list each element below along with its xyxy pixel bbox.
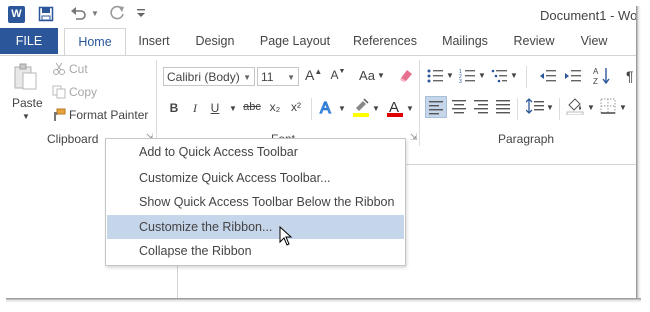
font-color-dropdown-icon[interactable]: ▼ — [406, 104, 414, 113]
svg-text:A: A — [593, 67, 599, 76]
font-size-dropdown-icon[interactable]: ▼ — [287, 68, 295, 87]
tab-insert[interactable]: Insert — [134, 28, 174, 54]
justify-icon[interactable] — [495, 98, 511, 117]
svg-text:A: A — [320, 100, 331, 116]
bullets-icon[interactable] — [427, 69, 443, 86]
italic-button[interactable]: I — [189, 101, 201, 116]
subscript-button[interactable]: x₂ — [267, 100, 283, 114]
change-case-button[interactable]: Aa — [356, 68, 378, 83]
numbering-dropdown-icon[interactable]: ▼ — [478, 71, 486, 80]
tab-file[interactable]: FILE — [0, 28, 58, 54]
tab-review[interactable]: Review — [509, 28, 559, 54]
font-size-value: 11 — [261, 70, 274, 84]
clear-formatting-icon[interactable] — [398, 67, 414, 86]
undo-icon[interactable] — [70, 5, 88, 24]
svg-text:3: 3 — [459, 79, 462, 83]
show-hide-marks-icon[interactable]: ¶ — [626, 68, 634, 84]
document-title: Document1 - Wor — [540, 8, 636, 23]
underline-dropdown-icon[interactable]: ▼ — [229, 104, 237, 113]
font-name-dropdown-icon[interactable]: ▼ — [243, 68, 251, 87]
ribbon: Paste ▼ Cut Copy Format Painter Clipboar… — [0, 55, 636, 149]
menu-item-show-qat-below[interactable]: Show Quick Access Toolbar Below the Ribb… — [107, 190, 404, 214]
tab-page-layout[interactable]: Page Layout — [256, 28, 334, 54]
align-center-icon[interactable] — [451, 98, 467, 117]
group-divider — [526, 66, 527, 88]
redo-icon[interactable] — [108, 5, 126, 24]
change-case-dropdown-icon[interactable]: ▼ — [377, 71, 385, 80]
font-dialog-launcher-icon[interactable]: ⇲ — [410, 132, 418, 143]
borders-icon[interactable] — [600, 98, 616, 117]
numbering-icon[interactable]: 123 — [459, 69, 475, 86]
word-window: W ▼ Document1 - Wor FILE Home Insert Des… — [0, 0, 636, 298]
bold-button[interactable]: B — [168, 101, 180, 115]
decrease-indent-icon[interactable] — [540, 69, 556, 86]
text-effects-icon[interactable]: A — [318, 98, 336, 119]
window-shadow-right — [636, 6, 641, 302]
tab-references[interactable]: References — [349, 28, 421, 54]
shrink-font-label: A — [330, 68, 339, 82]
bullets-dropdown-icon[interactable]: ▼ — [446, 71, 454, 80]
mouse-cursor-icon — [279, 225, 293, 249]
group-divider — [311, 98, 312, 120]
cut-label[interactable]: Cut — [69, 62, 88, 76]
format-painter-label[interactable]: Format Painter — [69, 108, 148, 122]
font-name-value: Calibri (Body) — [167, 70, 240, 84]
svg-text:Z: Z — [593, 77, 598, 86]
tab-view[interactable]: View — [575, 28, 613, 54]
menu-item-collapse-ribbon[interactable]: Collapse the Ribbon — [107, 239, 404, 263]
customize-qat-icon[interactable] — [136, 7, 146, 22]
align-right-icon[interactable] — [473, 98, 489, 117]
menu-item-add-to-qat[interactable]: Add to Quick Access Toolbar — [107, 140, 404, 164]
word-app-icon[interactable]: W — [8, 6, 25, 23]
shading-icon[interactable] — [566, 97, 584, 118]
ribbon-context-menu: Add to Quick Access Toolbar Customize Qu… — [105, 138, 406, 266]
line-spacing-dropdown-icon[interactable]: ▼ — [546, 103, 554, 112]
borders-dropdown-icon[interactable]: ▼ — [619, 103, 627, 112]
menu-item-customize-ribbon[interactable]: Customize the Ribbon... — [107, 215, 404, 239]
copy-icon[interactable] — [52, 85, 66, 102]
line-spacing-icon[interactable] — [525, 98, 544, 117]
strikethrough-button[interactable]: abc — [242, 101, 262, 113]
font-size-combo[interactable]: 11 ▼ — [257, 67, 299, 86]
align-left-icon[interactable] — [425, 96, 447, 118]
text-effects-dropdown-icon[interactable]: ▼ — [338, 104, 346, 113]
paste-dropdown-icon[interactable]: ▼ — [22, 112, 30, 121]
cut-icon[interactable] — [52, 62, 66, 79]
grow-font-label: A — [305, 67, 315, 83]
sort-icon[interactable]: AZ — [593, 66, 611, 89]
group-divider — [517, 98, 518, 120]
paste-label[interactable]: Paste — [12, 96, 43, 110]
copy-label[interactable]: Copy — [69, 85, 97, 99]
underline-button[interactable]: U — [209, 101, 221, 115]
font-color-icon[interactable]: A — [386, 98, 404, 121]
group-divider — [419, 60, 420, 146]
grow-font-button[interactable]: A▲ — [305, 67, 322, 83]
font-name-combo[interactable]: Calibri (Body) ▼ — [163, 67, 255, 86]
group-divider — [156, 60, 157, 146]
text-highlight-dropdown-icon[interactable]: ▼ — [372, 104, 380, 113]
paste-icon[interactable] — [12, 63, 38, 94]
multilevel-list-icon[interactable] — [491, 69, 507, 86]
format-painter-icon[interactable] — [52, 108, 66, 125]
clipboard-group-label: Clipboard — [47, 132, 99, 146]
ribbon-tabs: FILE Home Insert Design Page Layout Refe… — [0, 28, 636, 56]
increase-indent-icon[interactable] — [565, 69, 581, 86]
group-divider — [559, 98, 560, 120]
multilevel-list-dropdown-icon[interactable]: ▼ — [510, 71, 518, 80]
tab-design[interactable]: Design — [190, 28, 240, 54]
paragraph-group-label: Paragraph — [498, 132, 555, 146]
shrink-font-button[interactable]: A▼ — [330, 68, 346, 82]
menu-item-customize-qat[interactable]: Customize Quick Access Toolbar... — [107, 166, 404, 190]
superscript-button[interactable]: x² — [288, 100, 304, 114]
change-case-label: Aa — [359, 68, 375, 83]
tab-home[interactable]: Home — [64, 28, 126, 56]
undo-dropdown-icon[interactable]: ▼ — [91, 9, 99, 18]
window-shadow-bottom — [6, 298, 641, 303]
ruler-line — [404, 164, 636, 165]
save-icon[interactable] — [38, 6, 54, 25]
text-highlight-color-icon[interactable] — [352, 98, 370, 121]
shading-dropdown-icon[interactable]: ▼ — [587, 103, 595, 112]
tab-mailings[interactable]: Mailings — [434, 28, 496, 54]
